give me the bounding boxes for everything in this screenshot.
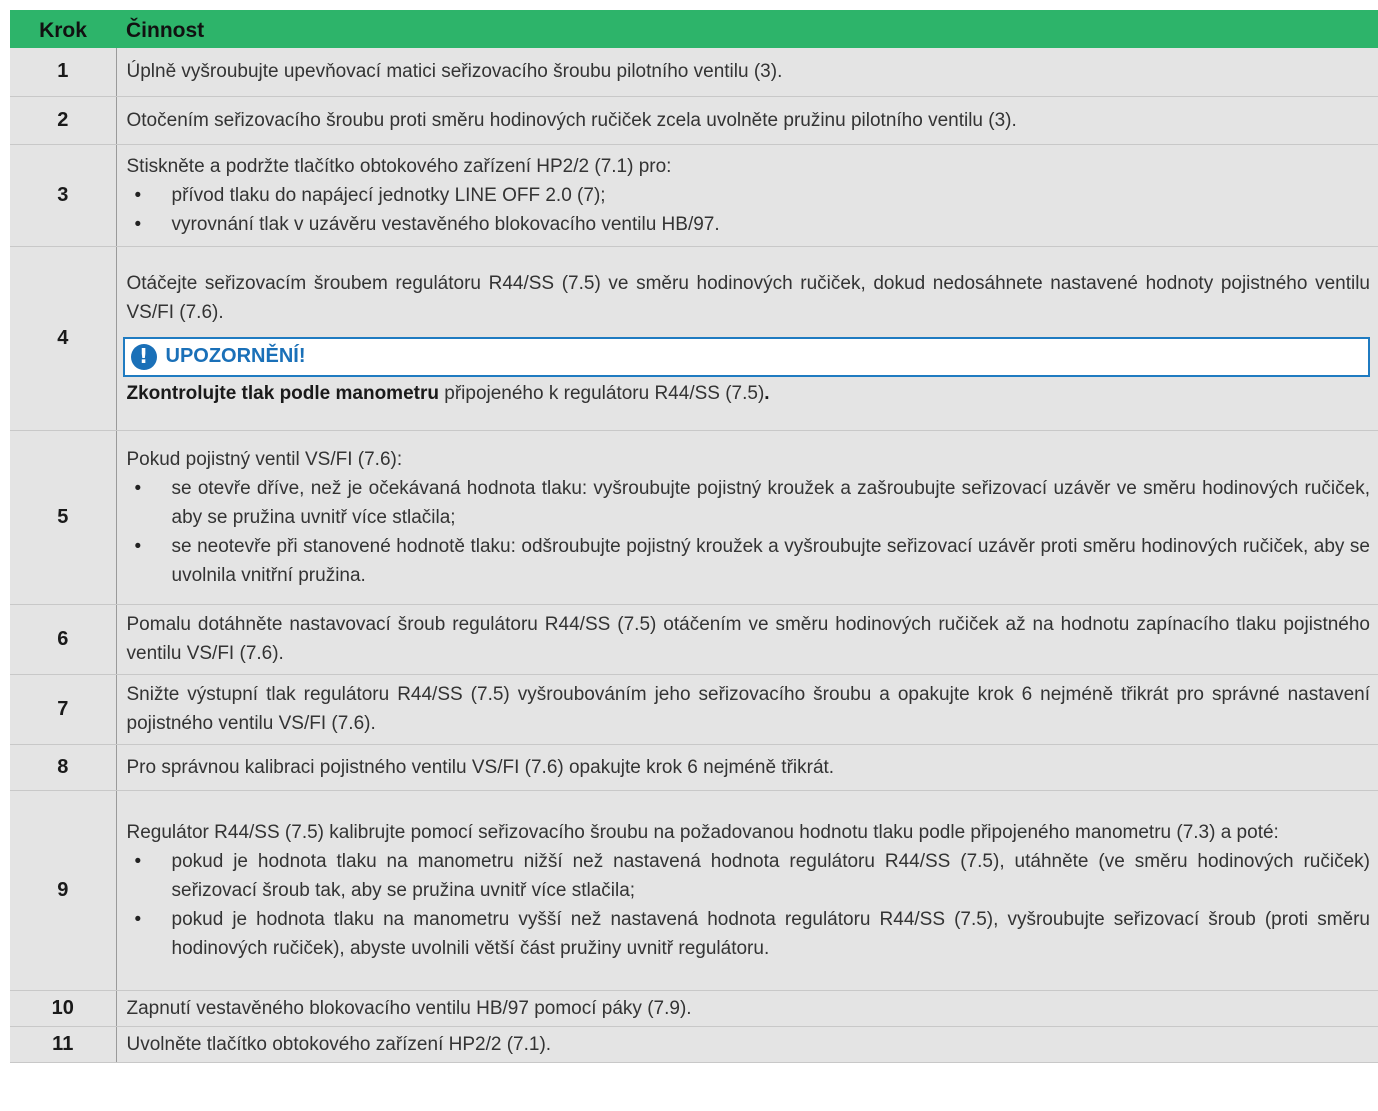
table-header-row: Krok Činnost [10, 10, 1378, 48]
step-text-line: Úplně vyšroubujte upevňovací matici seři… [126, 61, 783, 83]
step-text: Stiskněte a podržte tlačítko obtokového … [116, 144, 1378, 247]
step-text-line: Uvolněte tlačítko obtokového zařízení HP… [126, 1033, 552, 1055]
step-text-line: Otočením seřizovacího šroubu proti směru… [126, 109, 1017, 131]
step-text-line: Pokud pojistný ventil VS/FI (7.6): [126, 448, 403, 470]
table-row: 3 Stiskněte a podržte tlačítko obtokovéh… [10, 144, 1378, 247]
table-row: 6 Pomalu dotáhněte nastavovací šroub reg… [10, 604, 1378, 675]
table-row: 1 Úplně vyšroubujte upevňovací matici se… [10, 48, 1378, 97]
step-text-line: Stiskněte a podržte tlačítko obtokového … [126, 155, 672, 177]
bullet-item: vyrovnání tlak v uzávěru vestavěného blo… [127, 210, 1371, 239]
step-text: Otáčejte seřizovacím šroubem regulátoru … [116, 246, 1378, 431]
bullet-item: přívod tlaku do napájecí jednotky LINE O… [127, 181, 1371, 210]
exclamation-icon: ! [130, 343, 157, 370]
table-row: 10 Zapnutí vestavěného blokovacího venti… [10, 990, 1378, 1027]
step-number: 7 [10, 674, 117, 745]
step-number: 6 [10, 604, 117, 675]
table-row: 7 Snižte výstupní tlak regulátoru R44/SS… [10, 674, 1378, 745]
step-text: Snižte výstupní tlak regulátoru R44/SS (… [116, 674, 1378, 745]
step-text-line: Otáčejte seřizovacím šroubem regulátoru … [126, 272, 1371, 323]
step-number: 5 [10, 430, 117, 605]
warning-text-bold: Zkontrolujte tlak podle manometru [126, 382, 439, 404]
bullet-item: se otevře dříve, než je očekávaná hodnot… [127, 474, 1370, 532]
warning-text-rest: připojeného k regulátoru R44/SS (7.5) [438, 382, 765, 404]
step-text: Otočením seřizovacího šroubu proti směru… [116, 96, 1378, 145]
column-header-activity: Činnost [116, 10, 1378, 48]
step-text: Uvolněte tlačítko obtokového zařízení HP… [116, 1026, 1378, 1063]
step-text: Pokud pojistný ventil VS/FI (7.6): se ot… [116, 430, 1378, 605]
warning-text-end: . [764, 382, 770, 404]
step-text: Zapnutí vestavěného blokovacího ventilu … [116, 990, 1378, 1027]
bullet-list: přívod tlaku do napájecí jednotky LINE O… [127, 181, 1371, 239]
step-text-line: Snižte výstupní tlak regulátoru R44/SS (… [126, 684, 1371, 734]
step-text-line: Pro správnou kalibraci pojistného ventil… [126, 756, 835, 778]
step-number: 10 [10, 990, 117, 1027]
step-text-line: Pomalu dotáhněte nastavovací šroub regul… [126, 614, 1371, 664]
step-text: Pro správnou kalibraci pojistného ventil… [116, 744, 1378, 791]
table-row: 11 Uvolněte tlačítko obtokového zařízení… [10, 1026, 1378, 1063]
table-row: 9 Regulátor R44/SS (7.5) kalibrujte pomo… [10, 790, 1378, 991]
step-text: Pomalu dotáhněte nastavovací šroub regul… [116, 604, 1378, 675]
step-text: Úplně vyšroubujte upevňovací matici seři… [116, 48, 1378, 97]
table-row: 8 Pro správnou kalibraci pojistného vent… [10, 744, 1378, 791]
bullet-item: pokud je hodnota tlaku na manometru nižš… [127, 847, 1370, 905]
table-row: 2 Otočením seřizovacího šroubu proti smě… [10, 96, 1378, 145]
warning-title: UPOZORNĚNÍ! [165, 345, 306, 367]
column-header-step: Krok [10, 10, 116, 48]
bullet-list: se otevře dříve, než je očekávaná hodnot… [127, 474, 1370, 590]
step-number: 4 [10, 246, 117, 431]
bullet-item: se neotevře při stanovené hodnotě tlaku:… [127, 532, 1370, 590]
step-number: 11 [10, 1026, 117, 1063]
bullet-list: pokud je hodnota tlaku na manometru nižš… [127, 847, 1370, 963]
step-number: 9 [10, 790, 117, 991]
warning-box: ! UPOZORNĚNÍ! [122, 336, 1370, 377]
step-number: 3 [10, 144, 117, 247]
step-number: 8 [10, 744, 117, 791]
step-text: Regulátor R44/SS (7.5) kalibrujte pomocí… [116, 790, 1378, 991]
step-text-line: Zapnutí vestavěného blokovacího ventilu … [126, 997, 692, 1019]
step-number: 2 [10, 96, 117, 145]
step-text-line: Regulátor R44/SS (7.5) kalibrujte pomocí… [126, 821, 1279, 843]
procedure-table: Krok Činnost 1 Úplně vyšroubujte upevňov… [10, 10, 1378, 1063]
step-number: 1 [10, 48, 117, 97]
bullet-item: pokud je hodnota tlaku na manometru vyšš… [127, 905, 1370, 963]
table-row: 5 Pokud pojistný ventil VS/FI (7.6): se … [10, 430, 1378, 605]
warning-text: Zkontrolujte tlak podle manometru připoj… [127, 379, 1371, 408]
table-row: 4 Otáčejte seřizovacím šroubem regulátor… [10, 246, 1378, 431]
